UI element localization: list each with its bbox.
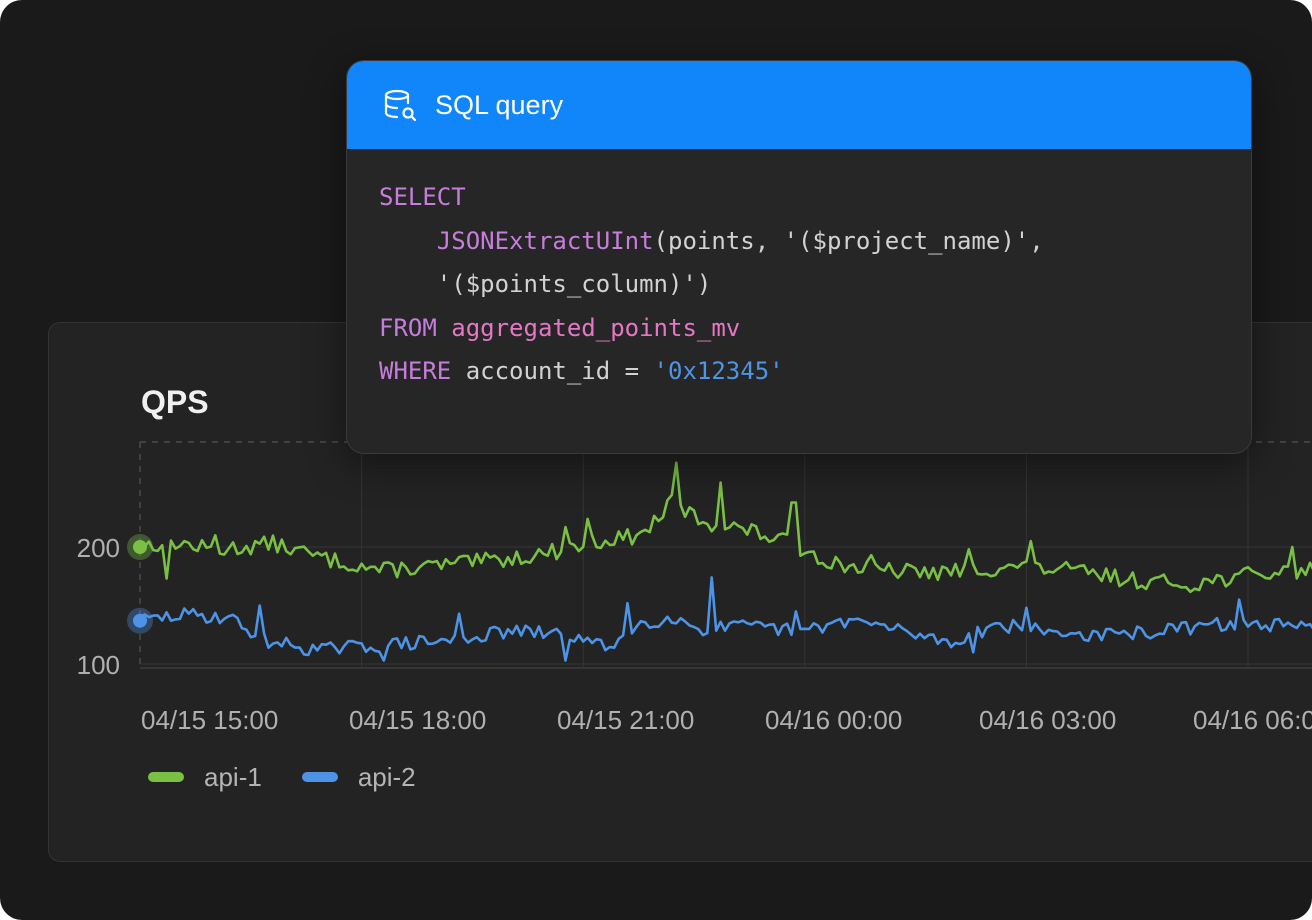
legend-item-api-1[interactable]: api-1 — [148, 757, 262, 797]
x-tick-label: 04/15 21:00 — [557, 705, 694, 735]
code-token-kw: FROM — [379, 313, 452, 342]
code-token-txt: '($points_column)') — [436, 270, 712, 298]
app-frame: QPS 100 200 04/15 15:00 04/15 18:00 04/15 2… — [0, 0, 1312, 920]
x-tick-label: 04/15 18:00 — [349, 705, 486, 735]
database-search-icon — [383, 88, 417, 122]
series-marker-api-1 — [133, 540, 147, 554]
x-tick-label: 04/15 15:00 — [141, 705, 278, 735]
x-tick-label: 04/16 03:00 — [979, 705, 1116, 735]
y-axis-ticks: 100 200 — [77, 533, 120, 680]
series-line-api-2 — [138, 576, 1312, 662]
code-token-txt: (points, '($project_name)', — [653, 226, 1044, 255]
code-token-fn: JSONExtractUInt — [436, 226, 654, 255]
code-line: WHERE account_id = '0x12345' — [379, 350, 1251, 394]
code-token-kw: SELECT — [379, 183, 466, 211]
x-tick-label: 04/16 06:00 — [1193, 705, 1312, 735]
y-tick-label: 100 — [77, 650, 120, 680]
code-token-txt: account_id = — [465, 357, 654, 385]
code-line: SELECT — [379, 176, 1251, 220]
code-token-tbl: aggregated_points_mv — [451, 313, 741, 342]
sql-query-title: SQL query — [435, 89, 564, 120]
legend-item-api-2[interactable]: api-2 — [301, 757, 416, 797]
code-line: JSONExtractUInt(points, '($project_name)… — [379, 220, 1251, 264]
legend-label-api-1: api-1 — [204, 761, 262, 792]
code-line: FROM aggregated_points_mv — [379, 307, 1251, 351]
x-tick-label: 04/16 00:00 — [765, 705, 902, 735]
code-token-kw: WHERE — [379, 357, 466, 385]
series-line-api-1 — [139, 461, 1312, 594]
legend-swatch-api-1 — [148, 772, 184, 782]
code-token-str: '0x12345' — [653, 357, 784, 385]
x-axis-ticks: 04/15 15:00 04/15 18:00 04/15 21:00 04/16 0… — [141, 705, 1312, 735]
sql-code-block[interactable]: SELECT JSONExtractUInt(points, '($projec… — [347, 149, 1251, 394]
chart-series — [127, 461, 1312, 662]
series-marker-api-2 — [133, 613, 147, 628]
sql-query-card: SQL query SELECT JSONExtractUInt(points,… — [346, 60, 1252, 454]
sql-query-header: SQL query — [347, 61, 1251, 149]
legend-swatch-api-2 — [301, 772, 338, 782]
legend-label-api-2: api-2 — [357, 761, 416, 792]
y-tick-label: 200 — [77, 533, 120, 563]
code-line: '($points_column)') — [379, 263, 1251, 307]
chart-legend: api-1 api-2 — [148, 757, 416, 797]
